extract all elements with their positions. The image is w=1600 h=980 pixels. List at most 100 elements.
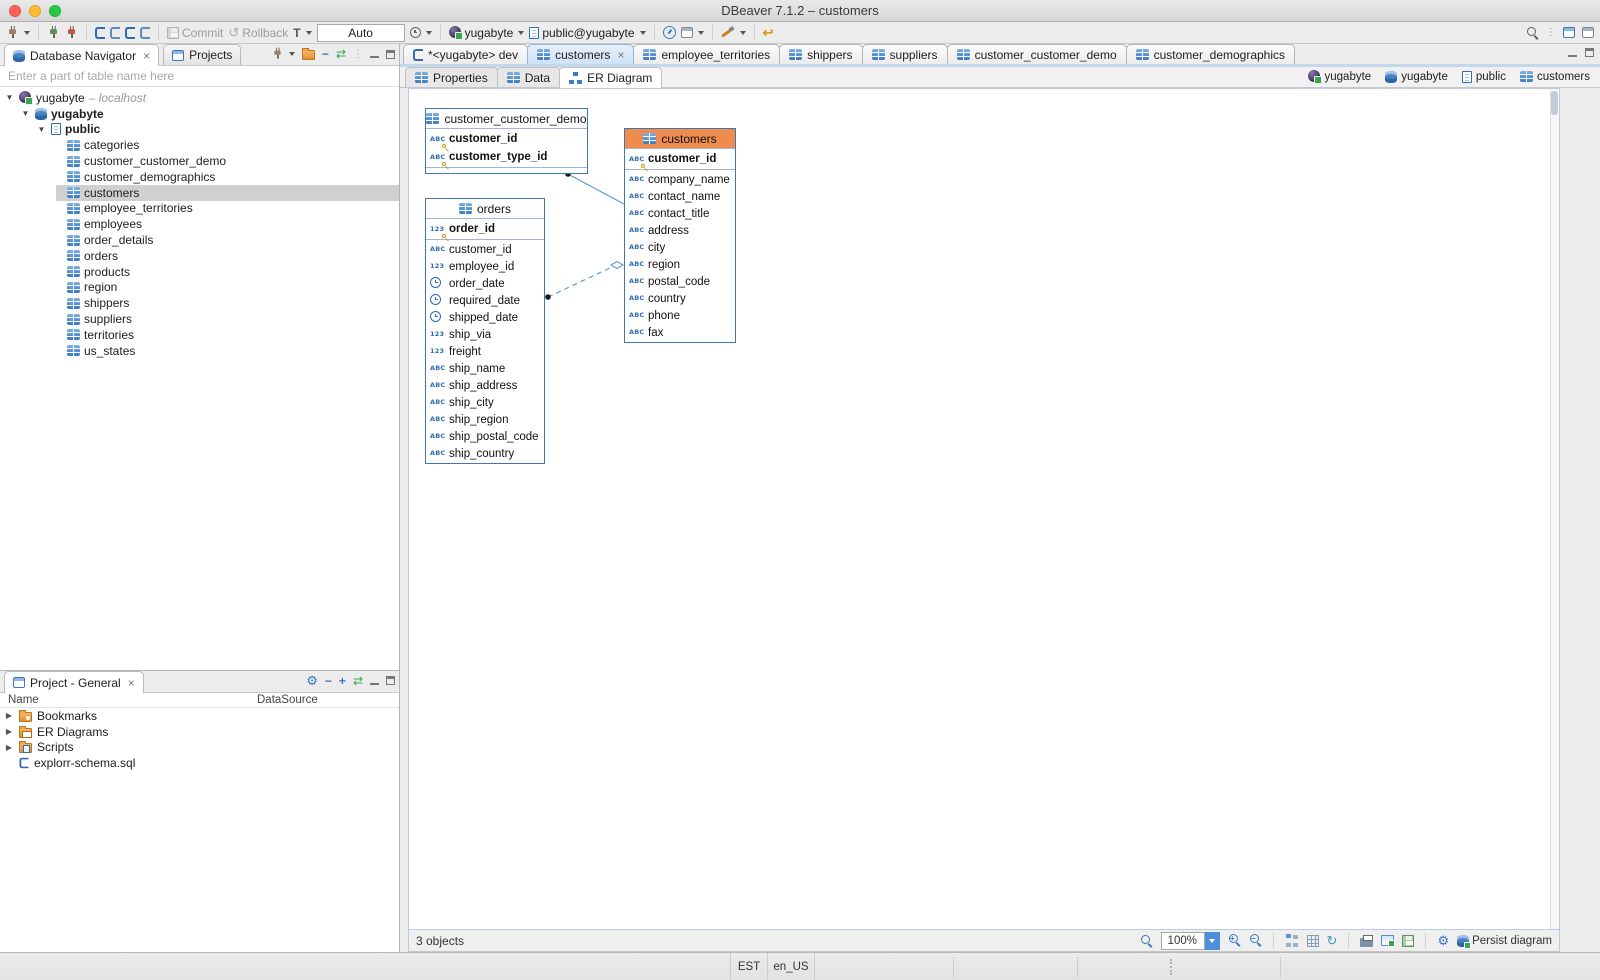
tree-item-categories[interactable]: categories <box>0 137 399 153</box>
column-contact_name[interactable]: ABCcontact_name <box>625 188 735 205</box>
tree-item-region[interactable]: region <box>0 280 399 296</box>
disconnect-icon[interactable] <box>65 26 78 40</box>
search-icon[interactable] <box>1526 26 1539 39</box>
diagram-search-icon[interactable] <box>1140 934 1153 947</box>
column-customer_id[interactable]: ABCcustomer_id <box>426 130 587 148</box>
editor-tab-customer_customer_demo[interactable]: customer_customer_demo <box>947 44 1127 64</box>
relation-line-orders-customers[interactable] <box>548 267 612 297</box>
column-customer_id[interactable]: ABCcustomer_id <box>625 150 735 168</box>
zoom-combo[interactable]: 100% <box>1161 932 1220 950</box>
diagram-settings-icon[interactable]: ⚙ <box>1437 934 1449 947</box>
column-ship_name[interactable]: ABCship_name <box>426 360 544 377</box>
project-item-ER Diagrams[interactable]: ▶ER Diagrams <box>0 724 399 740</box>
transaction-log-button[interactable] <box>410 27 432 38</box>
maximize-view-icon[interactable] <box>386 676 395 685</box>
editor-tab-customer_demographics[interactable]: customer_demographics <box>1126 44 1295 64</box>
status-drag-handle[interactable] <box>1170 959 1172 975</box>
column-employee_id[interactable]: 123employee_id <box>426 258 544 275</box>
tree-item-customer_customer_demo[interactable]: customer_customer_demo <box>0 153 399 169</box>
window-layout-button[interactable] <box>681 27 704 38</box>
maximize-view-icon[interactable] <box>1585 48 1594 57</box>
tab-projects[interactable]: Projects <box>163 44 241 65</box>
er-diagram-canvas[interactable]: customer_customer_demoABCcustomer_idABCc… <box>408 88 1560 930</box>
column-ship_city[interactable]: ABCship_city <box>426 394 544 411</box>
gear-icon[interactable]: ⚙ <box>306 674 318 687</box>
expander-icon[interactable]: ▼ <box>4 90 15 105</box>
editor-tab-shippers[interactable]: shippers <box>779 44 862 64</box>
vertical-scrollbar[interactable] <box>1550 89 1559 929</box>
rollback-button[interactable]: ↺Rollback <box>228 25 288 41</box>
dashboard-icon[interactable] <box>663 26 676 39</box>
expander-icon[interactable]: ▼ <box>20 106 31 121</box>
expand-all-icon[interactable]: + <box>339 675 346 687</box>
breadcrumb-item-public[interactable]: public <box>1462 71 1506 83</box>
editor-tab--yugabyte-dev[interactable]: *<yugabyte> dev <box>403 44 528 64</box>
column-customer_id[interactable]: ABCcustomer_id <box>426 241 544 258</box>
tree-item-order_details[interactable]: order_details <box>0 232 399 248</box>
connect-icon[interactable] <box>47 26 60 40</box>
column-customer_type_id[interactable]: ABCcustomer_type_id <box>426 148 587 166</box>
tree-item-yugabyte[interactable]: ▼yugabyte– localhost <box>0 90 399 106</box>
expander-icon[interactable]: ▶ <box>4 711 14 720</box>
tree-item-orders[interactable]: orders <box>0 248 399 264</box>
link-with-editor-icon[interactable]: ⇄ <box>336 48 346 60</box>
breadcrumb-item-yugabyte[interactable]: yugabyte <box>1385 71 1448 83</box>
column-required_date[interactable]: required_date <box>426 292 544 309</box>
close-window-button[interactable] <box>9 5 21 17</box>
table-filter-input[interactable] <box>0 66 399 87</box>
tree-item-shippers[interactable]: shippers <box>0 295 399 311</box>
expander-icon[interactable]: ▼ <box>36 122 47 137</box>
toggle-grid-icon[interactable] <box>1307 935 1319 947</box>
sql-editor-icon[interactable] <box>95 27 105 39</box>
tab-data[interactable]: Data <box>497 67 560 87</box>
collapse-all-icon[interactable]: − <box>322 48 329 60</box>
recent-sql-editor-icon[interactable] <box>110 27 120 39</box>
refresh-diagram-icon[interactable]: ↻ <box>1327 934 1338 947</box>
column-order_date[interactable]: order_date <box>426 275 544 292</box>
column-ship_region[interactable]: ABCship_region <box>426 411 544 428</box>
print-diagram-icon[interactable] <box>1360 938 1373 947</box>
close-icon[interactable]: × <box>128 678 135 688</box>
save-as-image-icon[interactable] <box>1381 935 1394 946</box>
column-address[interactable]: ABCaddress <box>625 222 735 239</box>
close-tab-icon[interactable]: × <box>617 50 624 60</box>
minimize-view-icon[interactable] <box>370 677 379 685</box>
tree-item-employees[interactable]: employees <box>0 216 399 232</box>
tree-item-territories[interactable]: territories <box>0 327 399 343</box>
column-fax[interactable]: ABCfax <box>625 324 735 341</box>
tab-project-general[interactable]: Project - General × <box>4 671 144 693</box>
new-folder-icon[interactable] <box>302 50 315 60</box>
project-item-Scripts[interactable]: ▶Scripts <box>0 740 399 756</box>
breadcrumb-item-yugabyte[interactable]: yugabyte <box>1308 70 1372 83</box>
column-contact_title[interactable]: ABCcontact_title <box>625 205 735 222</box>
tab-er-diagram[interactable]: ER Diagram <box>559 67 662 88</box>
minimize-view-icon[interactable] <box>370 50 379 58</box>
column-region[interactable]: ABCregion <box>625 256 735 273</box>
new-connection-small-button[interactable] <box>271 47 295 61</box>
column-freight[interactable]: 123freight <box>426 343 544 360</box>
scrollbar-thumb[interactable] <box>1551 91 1558 115</box>
new-sql-editor-icon[interactable] <box>125 27 135 39</box>
persist-diagram-button[interactable]: Persist diagram <box>1457 935 1552 947</box>
tree-item-yugabyte[interactable]: ▼yugabyte <box>0 106 399 122</box>
commit-button[interactable]: Commit <box>167 26 223 40</box>
expander-icon[interactable]: ▶ <box>4 727 14 736</box>
tab-database-navigator[interactable]: Database Navigator× <box>4 44 159 66</box>
maximize-view-icon[interactable] <box>386 50 395 59</box>
column-header-name[interactable]: Name <box>0 694 257 706</box>
view-menu-icon[interactable]: ⋮ <box>353 49 363 60</box>
datasource-selector[interactable]: yugabyte <box>449 26 525 40</box>
editor-tab-suppliers[interactable]: suppliers <box>862 44 948 64</box>
tab-properties[interactable]: Properties <box>405 67 498 87</box>
commit-mode-combo[interactable]: Auto <box>317 24 405 42</box>
format-button[interactable] <box>721 26 746 39</box>
column-ship_via[interactable]: 123ship_via <box>426 326 544 343</box>
column-postal_code[interactable]: ABCpostal_code <box>625 273 735 290</box>
show-view-icon[interactable] <box>1582 27 1594 38</box>
expander-icon[interactable]: ▶ <box>4 743 14 752</box>
column-phone[interactable]: ABCphone <box>625 307 735 324</box>
zoom-dropdown-icon[interactable] <box>1205 932 1220 950</box>
open-perspective-icon[interactable] <box>1563 27 1575 38</box>
tree-item-employee_territories[interactable]: employee_territories <box>0 201 399 217</box>
entity-customer_customer_demo[interactable]: customer_customer_demoABCcustomer_idABCc… <box>425 108 588 174</box>
